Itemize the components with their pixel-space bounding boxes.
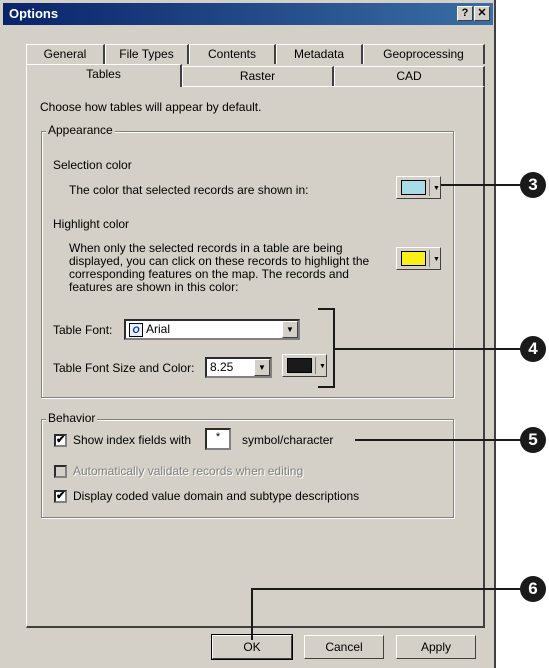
highlight-desc-line-4: features are shown in this color: <box>69 280 239 294</box>
chevron-down-icon[interactable]: ▼ <box>282 321 298 338</box>
callout-4: 4 <box>520 336 546 362</box>
apply-button[interactable]: Apply <box>396 635 476 659</box>
chevron-down-icon: ▼ <box>433 185 440 192</box>
cancel-button[interactable]: Cancel <box>304 635 384 659</box>
symbol-suffix-label: symbol/character <box>242 433 334 447</box>
opentype-font-icon: O <box>129 323 143 337</box>
appearance-label: Appearance <box>46 123 115 137</box>
tab-geoprocessing[interactable]: Geoprocessing <box>363 44 485 64</box>
highlight-color-label: Highlight color <box>53 217 130 231</box>
divider <box>315 357 316 374</box>
font-size-select[interactable]: 8.25 ▼ <box>205 357 272 378</box>
chevron-down-icon[interactable]: ▼ <box>254 359 270 376</box>
table-font-value: Arial <box>146 322 171 336</box>
tab-general[interactable]: General <box>26 44 105 64</box>
font-color-swatch <box>287 358 312 373</box>
selection-color-button[interactable]: ▼ <box>396 176 441 199</box>
chevron-down-icon: ▼ <box>319 363 326 370</box>
display-coded-label: Display coded value domain and subtype d… <box>73 489 360 503</box>
divider <box>429 250 430 267</box>
close-button[interactable]: ✕ <box>474 6 490 21</box>
callout-3: 3 <box>520 172 546 198</box>
behavior-label: Behavior <box>46 411 98 425</box>
callout-line-4 <box>335 348 522 350</box>
divider <box>429 179 430 196</box>
show-index-label: Show index fields with <box>73 433 192 447</box>
callout-bracket-4-top <box>318 308 335 310</box>
auto-validate-label: Automatically validate records when edit… <box>73 464 304 478</box>
show-index-checkbox[interactable]: ✔ <box>54 434 67 447</box>
callout-bracket-4-bottom <box>318 386 335 388</box>
tab-cad[interactable]: CAD <box>334 66 485 86</box>
callout-5: 5 <box>520 427 546 453</box>
highlight-color-swatch <box>401 251 426 266</box>
tab-raster[interactable]: Raster <box>182 66 334 86</box>
callout-line-5 <box>355 439 522 441</box>
selection-color-desc: The color that selected records are show… <box>69 183 309 197</box>
callout-line-6-vertical <box>251 588 253 640</box>
tab-tables[interactable]: Tables <box>26 64 182 87</box>
font-size-label: Table Font Size and Color: <box>53 361 195 375</box>
chevron-down-icon: ▼ <box>433 256 440 263</box>
auto-validate-checkbox[interactable] <box>54 465 67 478</box>
table-font-label: Table Font: <box>53 323 113 337</box>
font-size-value: 8.25 <box>210 360 234 374</box>
index-symbol-input[interactable]: * <box>205 428 231 450</box>
tab-contents[interactable]: Contents <box>189 44 276 64</box>
selection-color-label: Selection color <box>53 158 132 172</box>
callout-line-3 <box>441 184 521 186</box>
display-coded-checkbox[interactable]: ✔ <box>54 490 67 503</box>
selection-color-swatch <box>401 180 426 195</box>
tab-metadata[interactable]: Metadata <box>276 44 363 64</box>
title-bar: Options ? ✕ <box>3 3 493 25</box>
callout-line-6 <box>251 588 522 590</box>
intro-text: Choose how tables will appear by default… <box>40 100 262 114</box>
highlight-color-button[interactable]: ▼ <box>396 247 441 270</box>
tab-file-types[interactable]: File Types <box>105 44 189 64</box>
callout-6: 6 <box>520 576 546 602</box>
font-color-button[interactable]: ▼ <box>282 354 327 377</box>
table-font-select[interactable]: O Arial ▼ <box>124 319 300 340</box>
help-button[interactable]: ? <box>457 6 473 21</box>
window-title: Options <box>9 6 59 21</box>
